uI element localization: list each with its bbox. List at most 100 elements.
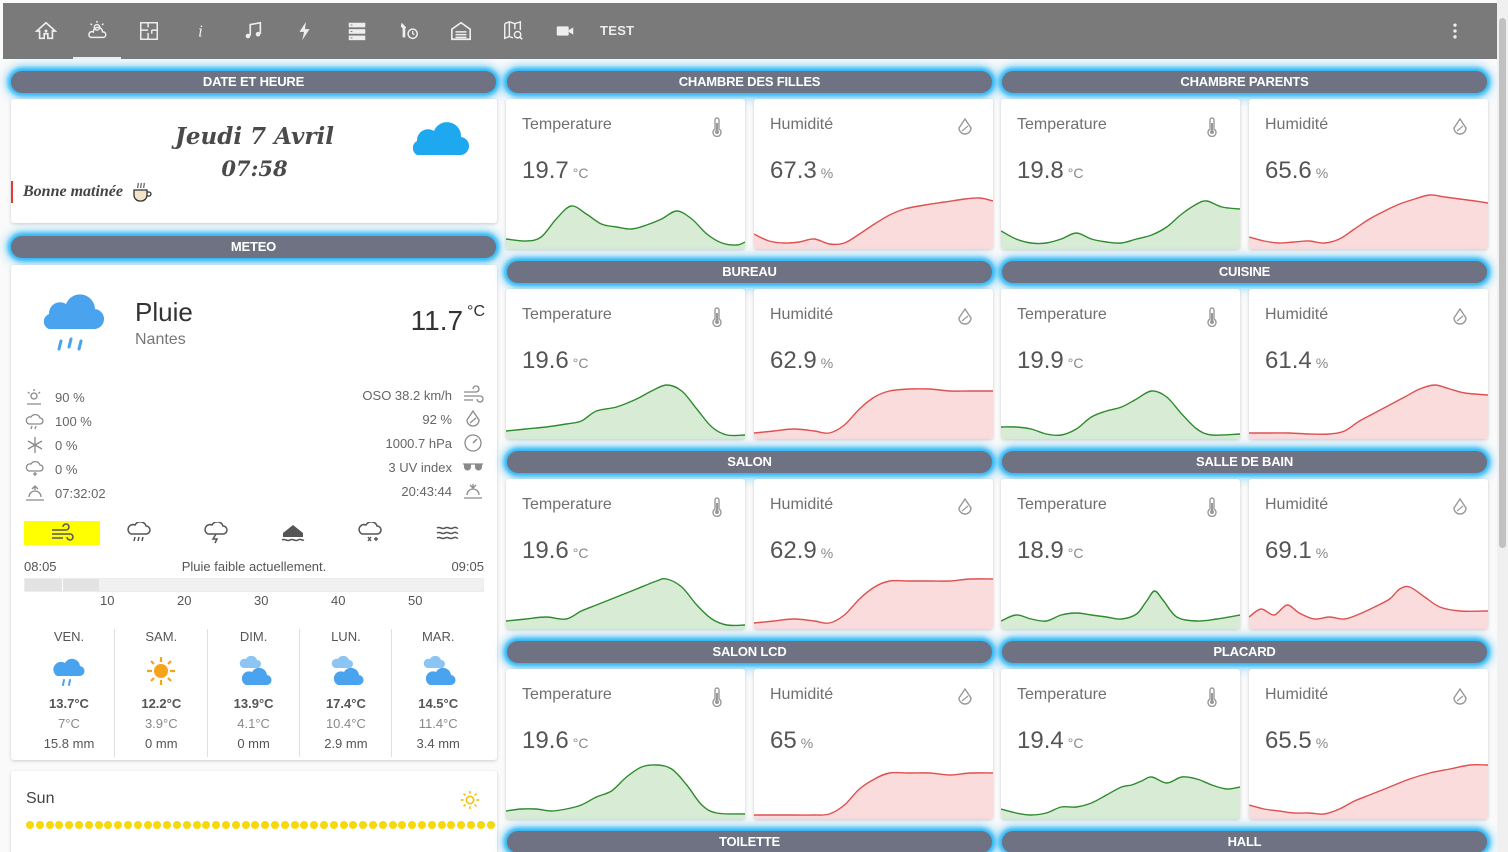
overflow-menu-button[interactable]	[1443, 19, 1467, 43]
humidity-card[interactable]: Humidité 65%	[754, 669, 993, 819]
tab-test[interactable]: TEST	[600, 3, 634, 59]
humidity-card[interactable]: Humidité 65.6%	[1249, 99, 1488, 249]
forecast-day: MAR. 14.5°C 11.4°C 3.4 mm	[392, 627, 484, 751]
thermometer-icon	[712, 307, 722, 328]
temperature-card[interactable]: Temperature 19.9 °C	[1001, 289, 1240, 439]
weather-mode-button[interactable]	[24, 521, 100, 545]
temperature-card[interactable]: Temperature 18.9 °C	[1001, 479, 1240, 629]
sun-icon	[460, 790, 480, 810]
sun-timeline-dot	[65, 821, 74, 829]
sun-timeline-dot	[467, 821, 475, 829]
forecast-divider	[206, 629, 208, 757]
weather-mode-button[interactable]	[409, 521, 485, 545]
water-percent-icon	[466, 409, 480, 427]
sun-timeline-dot	[476, 821, 485, 829]
cloudy-icon	[423, 655, 456, 686]
forecast-high: 14.5°C	[418, 696, 459, 711]
forecast-low: 10.4°C	[325, 716, 366, 731]
cloud-snow-icon	[25, 460, 44, 476]
sensor-title: Humidité	[770, 306, 834, 323]
tab-music[interactable]	[229, 3, 277, 59]
tab-map[interactable]	[489, 3, 537, 59]
forecast-precipitation: 2.9 mm	[324, 736, 368, 751]
tab-home[interactable]	[22, 3, 70, 59]
sun-timeline-dot	[153, 821, 162, 829]
weather-attr-right: 20:43:44	[401, 481, 484, 501]
tab-camera[interactable]	[541, 3, 589, 59]
forecast-low: 11.4°C	[418, 716, 458, 731]
sun-timeline-dot	[300, 821, 309, 829]
sun-timeline-dot	[45, 821, 54, 829]
humidity-card[interactable]: Humidité 61.4%	[1249, 289, 1488, 439]
sun-timeline-dot	[173, 821, 181, 829]
weather-mode-button[interactable]	[101, 521, 177, 545]
weather-mode-button[interactable]	[332, 521, 408, 545]
rain-tick-label: 20	[177, 593, 192, 608]
sun-timeline-dot	[143, 821, 152, 829]
sensor-title: Humidité	[1265, 496, 1329, 513]
tab-info[interactable]: i	[177, 3, 225, 59]
scrollbar-thumb[interactable]	[1499, 18, 1506, 548]
forecast-day-name: DIM.	[239, 629, 268, 644]
humidity-card[interactable]: Humidité 67.3%	[754, 99, 993, 249]
temperature-card[interactable]: Temperature 19.4 °C	[1001, 669, 1240, 819]
temperature-card[interactable]: Temperature 19.7 °C	[506, 99, 745, 249]
forecast-day: SAM. 12.2°C 3.9°C 0 mm	[115, 627, 207, 751]
tab-tools[interactable]	[385, 3, 433, 59]
coffee-icon	[133, 182, 152, 202]
forecast-precipitation: 3.4 mm	[416, 736, 460, 751]
tab-server[interactable]	[333, 3, 381, 59]
greeting: Bonne matinée	[11, 181, 153, 203]
forecast-high: 12.2°C	[141, 696, 182, 711]
temperature-card[interactable]: Temperature 19.6 °C	[506, 479, 745, 629]
sensor-title: Humidité	[1265, 306, 1329, 323]
sun-timeline-dot	[310, 821, 319, 829]
sensor-title: Humidité	[1265, 686, 1329, 703]
sensor-history-graph	[1249, 763, 1488, 819]
thermometer-icon	[1207, 117, 1217, 138]
weather-icon	[88, 20, 107, 39]
rain-tick-label: 40	[331, 593, 346, 608]
water-percent-icon	[958, 497, 972, 515]
temperature-card[interactable]: Temperature 19.6 °C	[506, 289, 745, 439]
weather-attr-right: 3 UV index	[388, 457, 484, 477]
forecast-high: 17.4°C	[325, 696, 366, 711]
sensor-history-graph	[754, 388, 993, 439]
forecast-divider	[114, 629, 116, 757]
sun-timeline-dot	[320, 821, 328, 829]
temperature-card[interactable]: Temperature 19.6 °C	[506, 669, 745, 819]
sun-timeline-dot	[427, 821, 436, 829]
tab-energy[interactable]	[281, 3, 329, 59]
room-header: CUISINE	[1002, 261, 1487, 283]
flash-icon	[299, 21, 310, 41]
humidity-card[interactable]: Humidité 62.9%	[754, 479, 993, 629]
map-search-icon	[504, 20, 523, 40]
sunrise-icon	[26, 485, 44, 501]
tab-garage[interactable]	[437, 3, 485, 59]
sun-timeline-dot	[369, 821, 377, 829]
tab-floorplan[interactable]	[125, 3, 173, 59]
svg-text:i: i	[198, 24, 203, 41]
humidity-card[interactable]: Humidité 69.1%	[1249, 479, 1488, 629]
temperature-card[interactable]: Temperature 19.8 °C	[1001, 99, 1240, 249]
tab-weather[interactable]	[73, 3, 121, 59]
sun-timeline-dot	[418, 821, 426, 829]
sensor-history-graph	[506, 205, 745, 249]
sensor-title: Temperature	[522, 306, 612, 323]
weather-mode-button[interactable]	[255, 521, 331, 545]
attr-value: 3 UV index	[388, 459, 452, 475]
sun-label: Sun	[26, 790, 55, 807]
forecast-day: DIM. 13.9°C 4.1°C 0 mm	[208, 627, 300, 751]
weather-mode-button[interactable]	[178, 521, 254, 545]
page-scrollbar[interactable]	[1497, 0, 1508, 852]
attr-value: OSO 38.2 km/h	[362, 387, 452, 403]
rain-cloud-icon	[43, 294, 105, 351]
sun-timeline-dot	[349, 821, 358, 829]
humidity-card[interactable]: Humidité 62.9%	[754, 289, 993, 439]
humidity-card[interactable]: Humidité 65.5%	[1249, 669, 1488, 819]
room-header: CHAMBRE PARENTS	[1002, 71, 1487, 93]
rain-tick-label: 10	[100, 593, 115, 608]
sun-timeline-dot	[104, 821, 113, 829]
sun-icon	[147, 657, 176, 685]
forecast-high: 13.9°C	[233, 696, 274, 711]
